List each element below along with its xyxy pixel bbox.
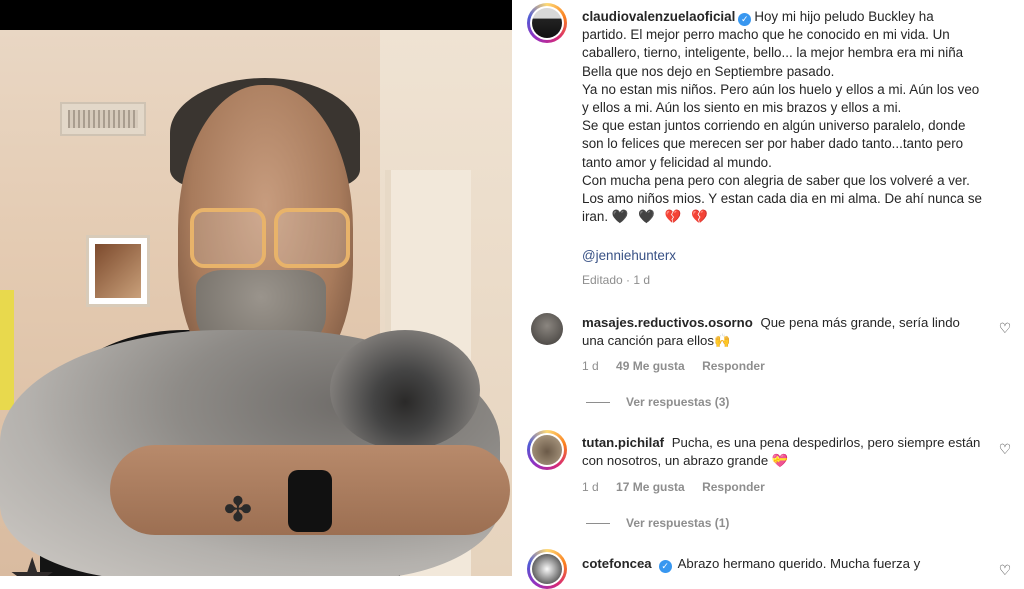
commenter-avatar-image bbox=[532, 554, 562, 584]
author-avatar-image bbox=[532, 8, 562, 38]
comment: cotefoncea ✓ Abrazo hermano querido. Much… bbox=[582, 555, 982, 573]
photo-star-tattoo: ★ bbox=[8, 550, 68, 576]
verified-badge-icon: ✓ bbox=[738, 13, 752, 26]
photo-glasses bbox=[190, 208, 350, 268]
comment-time: 1 d bbox=[582, 480, 599, 494]
photo-vent bbox=[60, 102, 146, 136]
photo-arm-tattoo: ✤ bbox=[223, 491, 253, 529]
comment: tutan.pichilaf Pucha, es una pena desped… bbox=[582, 434, 982, 470]
heart-outline-icon[interactable]: ♡ bbox=[998, 321, 1012, 335]
heart-outline-icon[interactable]: ♡ bbox=[998, 563, 1012, 577]
photo-yellow-object bbox=[0, 290, 14, 410]
photo-scene: ✤ ★ bbox=[0, 30, 512, 576]
commenter-avatar[interactable] bbox=[527, 430, 567, 470]
photo-top-bar bbox=[0, 0, 512, 30]
photo-watch bbox=[288, 470, 332, 532]
comment-username[interactable]: tutan.pichilaf bbox=[582, 435, 664, 450]
replies-divider bbox=[586, 523, 610, 525]
edited-label: Editado · 1 d bbox=[582, 273, 651, 287]
comment-username[interactable]: masajes.reductivos.osorno bbox=[582, 315, 753, 330]
view-replies-label: Ver respuestas (3) bbox=[626, 395, 730, 409]
replies-divider bbox=[586, 402, 610, 404]
photo-wall-picture bbox=[86, 235, 150, 307]
commenter-avatar[interactable] bbox=[527, 549, 567, 589]
caption-line-3: Se que estan juntos corriendo en algún u… bbox=[582, 118, 966, 170]
view-replies-button[interactable]: Ver respuestas (1) bbox=[586, 516, 729, 530]
caption-line-2: Ya no estan mis niños. Pero aún los huel… bbox=[582, 81, 980, 116]
heart-outline-icon[interactable]: ♡ bbox=[998, 442, 1012, 456]
mention-link[interactable]: @jenniehunterx bbox=[582, 248, 676, 263]
comment-meta: 1 d 17 Me gusta Responder bbox=[582, 480, 779, 494]
comment-meta: 1 d 49 Me gusta Responder bbox=[582, 359, 779, 373]
view-replies-label: Ver respuestas (1) bbox=[626, 516, 730, 530]
verified-badge-icon: ✓ bbox=[658, 560, 672, 573]
reply-button[interactable]: Responder bbox=[702, 480, 765, 494]
view-replies-button[interactable]: Ver respuestas (3) bbox=[586, 395, 729, 409]
comment: masajes.reductivos.osorno Que pena más g… bbox=[582, 314, 982, 350]
caption-emojis: 🖤 🖤 💔 💔 bbox=[611, 209, 711, 225]
comment-likes[interactable]: 17 Me gusta bbox=[616, 480, 685, 494]
comment-time: 1 d bbox=[582, 359, 599, 373]
comment-username[interactable]: cotefoncea bbox=[582, 556, 652, 571]
author-username[interactable]: claudiovalenzuelaoficial bbox=[582, 9, 735, 24]
comment-likes[interactable]: 49 Me gusta bbox=[616, 359, 685, 373]
photo-dog-face bbox=[330, 330, 480, 450]
reply-button[interactable]: Responder bbox=[702, 359, 765, 373]
post-photo[interactable]: ✤ ★ bbox=[0, 0, 512, 576]
commenter-avatar[interactable] bbox=[531, 313, 563, 345]
author-avatar[interactable] bbox=[527, 3, 567, 43]
commenter-avatar-image bbox=[532, 435, 562, 465]
post-caption: claudiovalenzuelaoficial ✓ Hoy mi hijo pel… bbox=[582, 8, 982, 226]
comment-text: Abrazo hermano querido. Mucha fuerza y bbox=[677, 556, 921, 571]
